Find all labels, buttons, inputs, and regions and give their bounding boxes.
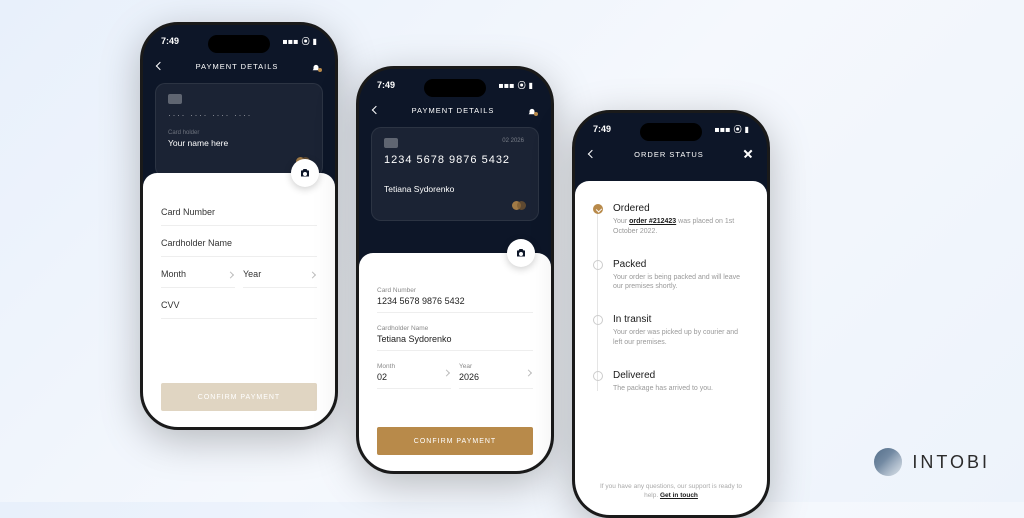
- status-indicators: ▪▪▪ ⦿ ▮: [714, 124, 749, 135]
- field-label: Month: [161, 269, 235, 279]
- screen-header: PAYMENT DETAILS: [359, 101, 551, 123]
- phone-mockup-order-status: 7:49 ▪▪▪ ⦿ ▮ ORDER STATUS Ordered: [572, 110, 770, 518]
- wifi-icon: ⦿: [302, 36, 310, 47]
- confirm-payment-button[interactable]: CONFIRM PAYMENT: [377, 427, 533, 455]
- device-notch: [640, 123, 702, 141]
- field-value: Tetiana Sydorenko: [377, 334, 533, 344]
- brand-logo: INTOBI: [874, 448, 990, 476]
- status-time: 7:49: [161, 36, 179, 46]
- year-field[interactable]: Year 2026: [459, 357, 533, 389]
- signal-icon: ▪▪▪: [714, 125, 730, 134]
- device-notch: [424, 79, 486, 97]
- cardholder-placeholder: Your name here: [168, 138, 310, 148]
- phone-mockup-payment-empty: 7:49 ▪▪▪ ⦿ ▮ PAYMENT DETAILS ···· ···· ·…: [140, 22, 338, 430]
- wifi-icon: ⦿: [518, 80, 526, 91]
- step-title: In transit: [613, 314, 743, 325]
- status-step-delivered: Delivered The package has arrived to you…: [593, 370, 749, 394]
- card-number-placeholder: ···· ···· ···· ····: [168, 110, 310, 120]
- cardholder-label: Card holder: [168, 130, 310, 136]
- card-chip-icon: [384, 138, 398, 148]
- get-in-touch-link[interactable]: Get in touch: [660, 492, 698, 499]
- battery-icon: ▮: [529, 81, 533, 90]
- credit-card-preview: 02 2026 1234 5678 9876 5432 Tetiana Sydo…: [371, 127, 539, 221]
- step-title: Delivered: [613, 370, 713, 381]
- status-indicators: ▪▪▪ ⦿ ▮: [498, 80, 533, 91]
- field-label: Card Number: [161, 207, 317, 217]
- screen-title: ORDER STATUS: [595, 150, 743, 159]
- device-notch: [208, 35, 270, 53]
- mastercard-icon: [512, 201, 526, 210]
- step-indicator-done-icon: [593, 204, 603, 214]
- month-field[interactable]: Month: [161, 263, 235, 288]
- timeline-line: [597, 211, 598, 391]
- phone-mockup-payment-filled: 7:49 ▪▪▪ ⦿ ▮ PAYMENT DETAILS 02 2026 123…: [356, 66, 554, 474]
- cardholder-name: Tetiana Sydorenko: [384, 184, 526, 194]
- step-description: The package has arrived to you.: [613, 384, 713, 394]
- screen-title: PAYMENT DETAILS: [379, 106, 527, 115]
- confirm-payment-button[interactable]: CONFIRM PAYMENT: [161, 383, 317, 411]
- card-number: 1234 5678 9876 5432: [384, 154, 526, 166]
- battery-icon: ▮: [745, 125, 749, 134]
- phone-mockups-row: 7:49 ▪▪▪ ⦿ ▮ PAYMENT DETAILS ···· ···· ·…: [140, 22, 770, 518]
- screen-header: PAYMENT DETAILS: [143, 57, 335, 79]
- status-sheet: Ordered Your order #212423 was placed on…: [575, 181, 767, 515]
- step-indicator-icon: [593, 315, 603, 325]
- brand-logo-text: INTOBI: [912, 452, 990, 473]
- card-chip-icon: [168, 94, 182, 104]
- bell-icon[interactable]: [311, 61, 321, 71]
- field-label: Cardholder Name: [377, 325, 533, 332]
- camera-scan-button[interactable]: [291, 159, 319, 187]
- field-label: Month: [377, 363, 451, 370]
- form-sheet: Card Number 1234 5678 9876 5432 Cardhold…: [359, 253, 551, 471]
- step-description: Your order is being packed and will leav…: [613, 273, 743, 293]
- step-indicator-icon: [593, 371, 603, 381]
- bell-icon[interactable]: [527, 105, 537, 115]
- order-number-link[interactable]: order #212423: [629, 218, 676, 225]
- cardholder-name-field[interactable]: Cardholder Name Tetiana Sydorenko: [377, 319, 533, 351]
- step-title: Packed: [613, 259, 743, 270]
- wifi-icon: ⦿: [734, 124, 742, 135]
- field-label: Card Number: [377, 287, 533, 294]
- signal-icon: ▪▪▪: [282, 37, 298, 46]
- status-time: 7:49: [593, 124, 611, 134]
- field-value: 02: [377, 372, 451, 382]
- step-title: Ordered: [613, 203, 743, 214]
- form-sheet: Card Number Cardholder Name Month Year: [143, 173, 335, 427]
- screen-title: PAYMENT DETAILS: [163, 62, 311, 71]
- step-description: Your order was picked up by courier and …: [613, 328, 743, 348]
- screen-header: ORDER STATUS: [575, 145, 767, 167]
- card-number-field[interactable]: Card Number 1234 5678 9876 5432: [377, 281, 533, 313]
- field-label: CVV: [161, 300, 317, 310]
- status-time: 7:49: [377, 80, 395, 90]
- status-indicators: ▪▪▪ ⦿ ▮: [282, 36, 317, 47]
- field-value: 2026: [459, 372, 533, 382]
- month-field[interactable]: Month 02: [377, 357, 451, 389]
- close-icon[interactable]: [743, 149, 753, 159]
- cardholder-name-field[interactable]: Cardholder Name: [161, 232, 317, 257]
- battery-icon: ▮: [313, 37, 317, 46]
- step-description: Your order #212423 was placed on 1st Oct…: [613, 217, 743, 237]
- field-label: Cardholder Name: [161, 238, 317, 248]
- field-label: Year: [459, 363, 533, 370]
- camera-scan-button[interactable]: [507, 239, 535, 267]
- help-text: If you have any questions, our support i…: [595, 482, 747, 502]
- status-step-transit: In transit Your order was picked up by c…: [593, 314, 749, 348]
- step-indicator-icon: [593, 260, 603, 270]
- status-step-packed: Packed Your order is being packed and wi…: [593, 259, 749, 293]
- year-field[interactable]: Year: [243, 263, 317, 288]
- card-expiry: 02 2026: [502, 138, 524, 144]
- card-number-field[interactable]: Card Number: [161, 201, 317, 226]
- signal-icon: ▪▪▪: [498, 81, 514, 90]
- field-value: 1234 5678 9876 5432: [377, 296, 533, 306]
- field-label: Year: [243, 269, 317, 279]
- status-step-ordered: Ordered Your order #212423 was placed on…: [593, 203, 749, 237]
- brand-logo-icon: [874, 448, 902, 476]
- cvv-field[interactable]: CVV: [161, 294, 317, 319]
